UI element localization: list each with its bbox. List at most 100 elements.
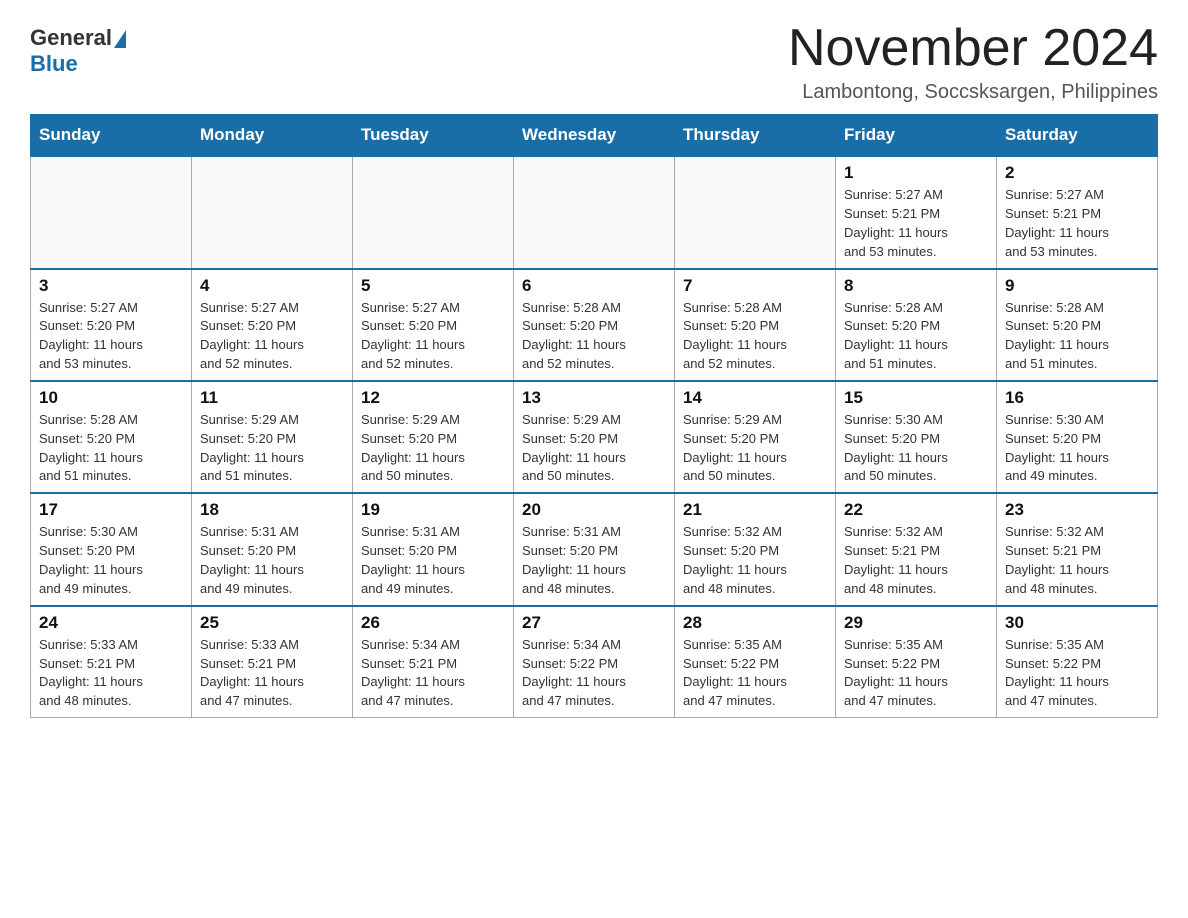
day-info: Sunrise: 5:32 AM Sunset: 5:21 PM Dayligh… — [1005, 523, 1149, 598]
calendar-cell: 8 Sunrise: 5:28 AM Sunset: 5:20 PM Daylig… — [836, 269, 997, 381]
day-number: 4 — [200, 276, 344, 296]
day-info: Sunrise: 5:28 AM Sunset: 5:20 PM Dayligh… — [1005, 299, 1149, 374]
day-info: Sunrise: 5:34 AM Sunset: 5:22 PM Dayligh… — [522, 636, 666, 711]
day-info: Sunrise: 5:33 AM Sunset: 5:21 PM Dayligh… — [39, 636, 183, 711]
calendar-cell: 7 Sunrise: 5:28 AM Sunset: 5:20 PM Daylig… — [675, 269, 836, 381]
calendar-cell: 18 Sunrise: 5:31 AM Sunset: 5:20 PM Dayli… — [192, 493, 353, 605]
page-header: General Blue November 2024 Lambontong, S… — [30, 20, 1158, 104]
day-number: 2 — [1005, 163, 1149, 183]
calendar-cell: 4 Sunrise: 5:27 AM Sunset: 5:20 PM Daylig… — [192, 269, 353, 381]
calendar-cell: 29 Sunrise: 5:35 AM Sunset: 5:22 PM Dayli… — [836, 606, 997, 718]
calendar-cell: 20 Sunrise: 5:31 AM Sunset: 5:20 PM Dayli… — [514, 493, 675, 605]
calendar-cell: 27 Sunrise: 5:34 AM Sunset: 5:22 PM Dayli… — [514, 606, 675, 718]
calendar-cell: 22 Sunrise: 5:32 AM Sunset: 5:21 PM Dayli… — [836, 493, 997, 605]
day-number: 15 — [844, 388, 988, 408]
calendar-cell: 28 Sunrise: 5:35 AM Sunset: 5:22 PM Dayli… — [675, 606, 836, 718]
weekday-header-wednesday: Wednesday — [514, 115, 675, 157]
calendar-cell: 13 Sunrise: 5:29 AM Sunset: 5:20 PM Dayli… — [514, 381, 675, 493]
day-number: 7 — [683, 276, 827, 296]
day-info: Sunrise: 5:30 AM Sunset: 5:20 PM Dayligh… — [1005, 411, 1149, 486]
day-number: 3 — [39, 276, 183, 296]
day-number: 8 — [844, 276, 988, 296]
calendar-cell: 19 Sunrise: 5:31 AM Sunset: 5:20 PM Dayli… — [353, 493, 514, 605]
calendar-cell: 16 Sunrise: 5:30 AM Sunset: 5:20 PM Dayli… — [997, 381, 1158, 493]
day-number: 11 — [200, 388, 344, 408]
logo-arrow-icon — [114, 30, 126, 48]
weekday-header-row: SundayMondayTuesdayWednesdayThursdayFrid… — [31, 115, 1158, 157]
day-info: Sunrise: 5:33 AM Sunset: 5:21 PM Dayligh… — [200, 636, 344, 711]
calendar-cell: 9 Sunrise: 5:28 AM Sunset: 5:20 PM Daylig… — [997, 269, 1158, 381]
day-number: 28 — [683, 613, 827, 633]
calendar-cell: 15 Sunrise: 5:30 AM Sunset: 5:20 PM Dayli… — [836, 381, 997, 493]
day-info: Sunrise: 5:35 AM Sunset: 5:22 PM Dayligh… — [844, 636, 988, 711]
day-number: 1 — [844, 163, 988, 183]
calendar-week-row: 1 Sunrise: 5:27 AM Sunset: 5:21 PM Daylig… — [31, 156, 1158, 268]
day-number: 20 — [522, 500, 666, 520]
day-info: Sunrise: 5:35 AM Sunset: 5:22 PM Dayligh… — [1005, 636, 1149, 711]
calendar-cell: 30 Sunrise: 5:35 AM Sunset: 5:22 PM Dayli… — [997, 606, 1158, 718]
day-number: 13 — [522, 388, 666, 408]
day-number: 18 — [200, 500, 344, 520]
calendar-cell: 14 Sunrise: 5:29 AM Sunset: 5:20 PM Dayli… — [675, 381, 836, 493]
logo: General Blue — [30, 20, 126, 77]
calendar-cell: 10Sunrise: 5:28 AM Sunset: 5:20 PM Dayli… — [31, 381, 192, 493]
day-number: 25 — [200, 613, 344, 633]
calendar-cell: 5Sunrise: 5:27 AM Sunset: 5:20 PM Daylig… — [353, 269, 514, 381]
day-info: Sunrise: 5:32 AM Sunset: 5:21 PM Dayligh… — [844, 523, 988, 598]
calendar-cell: 21 Sunrise: 5:32 AM Sunset: 5:20 PM Dayli… — [675, 493, 836, 605]
calendar-cell: 2 Sunrise: 5:27 AM Sunset: 5:21 PM Daylig… — [997, 156, 1158, 268]
day-number: 30 — [1005, 613, 1149, 633]
day-number: 23 — [1005, 500, 1149, 520]
day-info: Sunrise: 5:27 AM Sunset: 5:20 PM Dayligh… — [39, 299, 183, 374]
calendar-table: SundayMondayTuesdayWednesdayThursdayFrid… — [30, 114, 1158, 718]
location-subtitle: Lambontong, Soccsksargen, Philippines — [788, 81, 1158, 104]
calendar-week-row: 17Sunrise: 5:30 AM Sunset: 5:20 PM Dayli… — [31, 493, 1158, 605]
calendar-cell: 6 Sunrise: 5:28 AM Sunset: 5:20 PM Daylig… — [514, 269, 675, 381]
day-number: 19 — [361, 500, 505, 520]
day-info: Sunrise: 5:30 AM Sunset: 5:20 PM Dayligh… — [39, 523, 183, 598]
calendar-cell: 25 Sunrise: 5:33 AM Sunset: 5:21 PM Dayli… — [192, 606, 353, 718]
day-info: Sunrise: 5:31 AM Sunset: 5:20 PM Dayligh… — [522, 523, 666, 598]
calendar-cell: 11Sunrise: 5:29 AM Sunset: 5:20 PM Dayli… — [192, 381, 353, 493]
day-info: Sunrise: 5:27 AM Sunset: 5:20 PM Dayligh… — [200, 299, 344, 374]
day-info: Sunrise: 5:27 AM Sunset: 5:21 PM Dayligh… — [1005, 186, 1149, 261]
day-info: Sunrise: 5:28 AM Sunset: 5:20 PM Dayligh… — [683, 299, 827, 374]
calendar-cell: 3 Sunrise: 5:27 AM Sunset: 5:20 PM Daylig… — [31, 269, 192, 381]
calendar-cell — [31, 156, 192, 268]
day-info: Sunrise: 5:30 AM Sunset: 5:20 PM Dayligh… — [844, 411, 988, 486]
calendar-week-row: 24 Sunrise: 5:33 AM Sunset: 5:21 PM Dayli… — [31, 606, 1158, 718]
day-number: 6 — [522, 276, 666, 296]
logo-general-text: General — [30, 25, 112, 51]
day-number: 26 — [361, 613, 505, 633]
day-info: Sunrise: 5:31 AM Sunset: 5:20 PM Dayligh… — [200, 523, 344, 598]
day-number: 27 — [522, 613, 666, 633]
logo-blue-text: Blue — [30, 51, 78, 77]
calendar-cell — [192, 156, 353, 268]
calendar-week-row: 10Sunrise: 5:28 AM Sunset: 5:20 PM Dayli… — [31, 381, 1158, 493]
calendar-cell — [675, 156, 836, 268]
calendar-cell — [514, 156, 675, 268]
day-info: Sunrise: 5:31 AM Sunset: 5:20 PM Dayligh… — [361, 523, 505, 598]
weekday-header-sunday: Sunday — [31, 115, 192, 157]
day-number: 16 — [1005, 388, 1149, 408]
day-number: 24 — [39, 613, 183, 633]
day-info: Sunrise: 5:29 AM Sunset: 5:20 PM Dayligh… — [522, 411, 666, 486]
day-number: 21 — [683, 500, 827, 520]
day-info: Sunrise: 5:27 AM Sunset: 5:21 PM Dayligh… — [844, 186, 988, 261]
day-info: Sunrise: 5:28 AM Sunset: 5:20 PM Dayligh… — [522, 299, 666, 374]
day-number: 22 — [844, 500, 988, 520]
calendar-week-row: 3 Sunrise: 5:27 AM Sunset: 5:20 PM Daylig… — [31, 269, 1158, 381]
day-info: Sunrise: 5:34 AM Sunset: 5:21 PM Dayligh… — [361, 636, 505, 711]
day-info: Sunrise: 5:28 AM Sunset: 5:20 PM Dayligh… — [844, 299, 988, 374]
day-info: Sunrise: 5:35 AM Sunset: 5:22 PM Dayligh… — [683, 636, 827, 711]
weekday-header-friday: Friday — [836, 115, 997, 157]
day-info: Sunrise: 5:29 AM Sunset: 5:20 PM Dayligh… — [683, 411, 827, 486]
calendar-cell — [353, 156, 514, 268]
month-title: November 2024 — [788, 20, 1158, 77]
day-number: 29 — [844, 613, 988, 633]
day-number: 14 — [683, 388, 827, 408]
weekday-header-thursday: Thursday — [675, 115, 836, 157]
calendar-cell: 17Sunrise: 5:30 AM Sunset: 5:20 PM Dayli… — [31, 493, 192, 605]
day-number: 9 — [1005, 276, 1149, 296]
day-info: Sunrise: 5:32 AM Sunset: 5:20 PM Dayligh… — [683, 523, 827, 598]
